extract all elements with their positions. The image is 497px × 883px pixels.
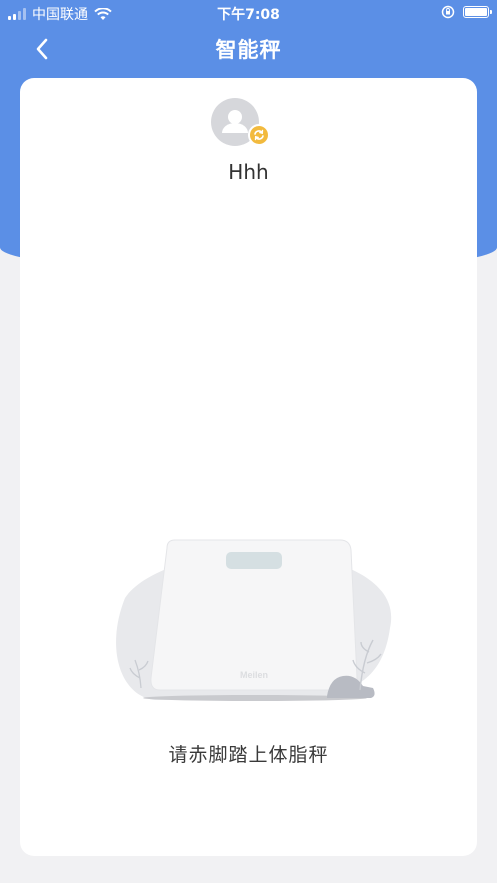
switch-user-icon — [254, 129, 264, 141]
battery-icon — [463, 6, 492, 18]
nav-bar: 智能秤 — [0, 26, 497, 72]
page-title: 智能秤 — [215, 38, 282, 62]
status-bar: 中国联通 下午7:08 — [0, 0, 497, 26]
status-right — [441, 5, 492, 19]
main-card: Hhh Meilen 请赤脚踏上体脂秤 — [20, 78, 477, 856]
step-on-scale-prompt: 请赤脚踏上体脂秤 — [168, 744, 329, 766]
profile-avatar-button[interactable] — [211, 98, 271, 148]
orientation-lock-icon — [441, 5, 455, 19]
scale-display — [226, 552, 282, 569]
user-name: Hhh — [228, 160, 269, 184]
scale-illustration: Meilen — [116, 539, 392, 701]
scale-brand-text: Meilen — [240, 670, 268, 680]
status-time: 下午7:08 — [217, 7, 280, 23]
switch-user-badge[interactable] — [248, 124, 270, 146]
